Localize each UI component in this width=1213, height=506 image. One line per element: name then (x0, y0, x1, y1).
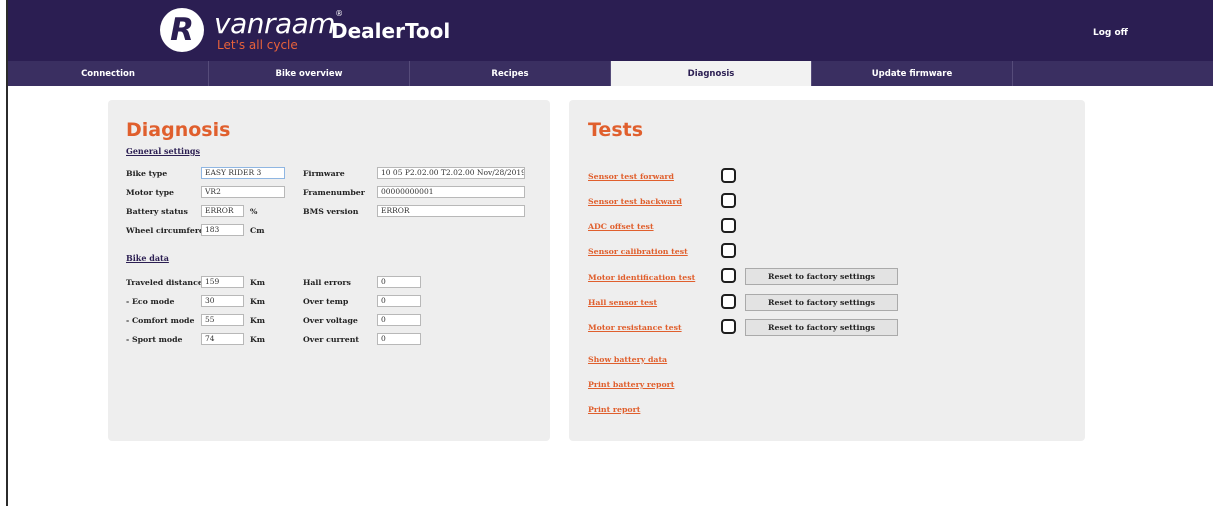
tab-diagnosis[interactable]: Diagnosis (611, 61, 812, 86)
hall-sensor-test-link[interactable]: Hall sensor test (588, 298, 657, 307)
comfort-mode-label: - Comfort mode (126, 316, 195, 325)
traveled-distance-field[interactable]: 159 (201, 276, 244, 288)
motor-resistance-test-link[interactable]: Motor resistance test (588, 323, 682, 332)
hall-errors-label: Hall errors (303, 278, 351, 287)
tab-bike-overview[interactable]: Bike overview (209, 61, 410, 86)
logo-text: vanraam® Let's all cycle (214, 6, 343, 52)
sensor-test-backward-link[interactable]: Sensor test backward (588, 197, 682, 206)
over-current-label: Over current (303, 335, 359, 344)
tests-title: Tests (588, 119, 644, 141)
vanraam-logo: R vanraam® Let's all cycle (160, 8, 343, 52)
print-battery-report-link[interactable]: Print battery report (588, 380, 674, 389)
hall-sensor-test-checkbox[interactable] (721, 294, 736, 309)
logoff-link[interactable]: Log off (1093, 28, 1128, 38)
reset-factory-settings-button-3[interactable]: Reset to factory settings (745, 319, 898, 336)
motor-resistance-test-checkbox[interactable] (721, 319, 736, 334)
tab-recipes[interactable]: Recipes (410, 61, 611, 86)
wheel-circumference-unit: Cm (250, 226, 265, 235)
sport-mode-unit: Km (250, 335, 266, 344)
app-header: R vanraam® Let's all cycle DealerTool Lo… (8, 0, 1213, 61)
motor-identification-test-link[interactable]: Motor identification test (588, 273, 695, 282)
tab-update-firmware[interactable]: Update firmware (812, 61, 1013, 86)
eco-mode-label: - Eco mode (126, 297, 175, 306)
motor-type-label: Motor type (126, 188, 174, 197)
sport-mode-field[interactable]: 74 (201, 333, 244, 345)
print-report-link[interactable]: Print report (588, 405, 640, 414)
bike-data-heading: Bike data (126, 253, 169, 263)
sensor-test-backward-checkbox[interactable] (721, 193, 736, 208)
tab-bar-filler (1013, 61, 1213, 86)
show-battery-data-link[interactable]: Show battery data (588, 355, 667, 364)
battery-status-field[interactable]: ERROR (201, 205, 244, 217)
sport-mode-label: - Sport mode (126, 335, 183, 344)
sensor-test-forward-checkbox[interactable] (721, 168, 736, 183)
sensor-test-forward-link[interactable]: Sensor test forward (588, 172, 674, 181)
adc-offset-test-link[interactable]: ADC offset test (588, 222, 654, 231)
reset-factory-settings-button-1[interactable]: Reset to factory settings (745, 268, 898, 285)
tests-panel: Tests Sensor test forward Sensor test ba… (569, 100, 1085, 441)
bms-version-label: BMS version (303, 207, 359, 216)
comfort-mode-unit: Km (250, 316, 266, 325)
app-title: DealerTool (331, 19, 451, 43)
motor-identification-test-checkbox[interactable] (721, 268, 736, 283)
reset-factory-settings-button-2[interactable]: Reset to factory settings (745, 294, 898, 311)
over-voltage-field[interactable]: 0 (377, 314, 421, 326)
sensor-calibration-test-checkbox[interactable] (721, 243, 736, 258)
eco-mode-unit: Km (250, 297, 266, 306)
tab-connection[interactable]: Connection (8, 61, 209, 86)
brand-name: vanraam® (214, 6, 343, 40)
sensor-calibration-test-link[interactable]: Sensor calibration test (588, 247, 688, 256)
framenumber-label: Framenumber (303, 188, 365, 197)
battery-status-label: Battery status (126, 207, 188, 216)
traveled-distance-label: Traveled distance (126, 278, 203, 287)
firmware-label: Firmware (303, 169, 345, 178)
main-tabs: Connection Bike overview Recipes Diagnos… (8, 61, 1213, 86)
traveled-distance-unit: Km (250, 278, 266, 287)
logo-r-icon: R (160, 8, 204, 52)
motor-type-field[interactable]: VR2 (201, 186, 285, 198)
registered-mark: ® (335, 8, 343, 18)
bike-type-field[interactable]: EASY RIDER 3 (201, 167, 285, 179)
comfort-mode-field[interactable]: 55 (201, 314, 244, 326)
general-settings-heading: General settings (126, 146, 200, 156)
eco-mode-field[interactable]: 30 (201, 295, 244, 307)
over-temp-field[interactable]: 0 (377, 295, 421, 307)
battery-status-unit: % (250, 207, 258, 216)
framenumber-field[interactable]: 00000000001 (377, 186, 525, 198)
diagnosis-title: Diagnosis (126, 119, 231, 141)
diagnosis-panel: Diagnosis General settings Bike type EAS… (108, 100, 550, 441)
adc-offset-test-checkbox[interactable] (721, 218, 736, 233)
over-temp-label: Over temp (303, 297, 349, 306)
over-current-field[interactable]: 0 (377, 333, 421, 345)
brand-name-text: vanraam (214, 6, 336, 40)
bms-version-field[interactable]: ERROR (377, 205, 525, 217)
hall-errors-field[interactable]: 0 (377, 276, 421, 288)
logo-letter: R (170, 11, 194, 48)
bike-type-label: Bike type (126, 169, 168, 178)
over-voltage-label: Over voltage (303, 316, 358, 325)
wheel-circumference-field[interactable]: 183 (201, 224, 244, 236)
firmware-field[interactable]: 10 05 P2.02.00 T2.02.00 Nov/28/2019 (377, 167, 525, 179)
brand-tagline: Let's all cycle (217, 37, 298, 52)
